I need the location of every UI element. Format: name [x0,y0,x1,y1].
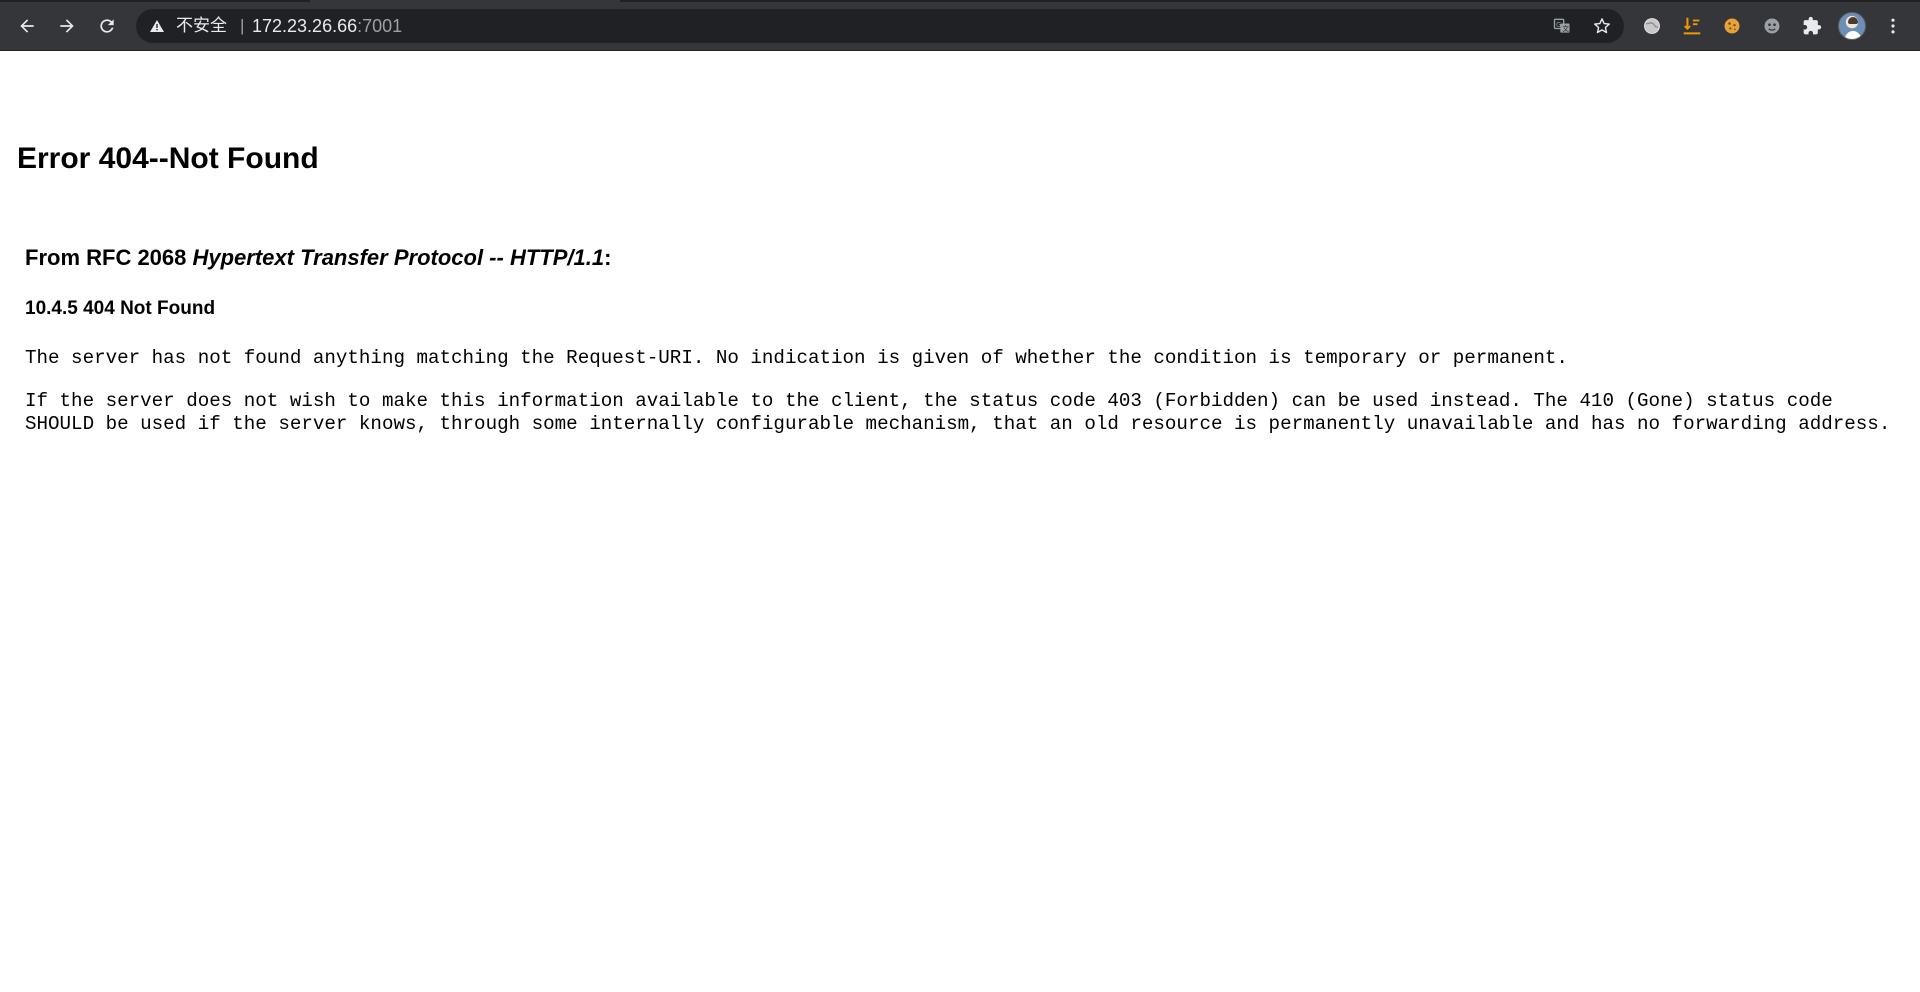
avatar-body [1845,31,1861,39]
reload-icon [100,19,114,33]
rfc-heading-suffix: : [604,245,612,270]
ghost-extension-icon[interactable] [1759,13,1785,39]
url-host: 172.23.26.66 [252,16,358,36]
address-bar[interactable]: 不安全 | 172.23.26.66:7001 G 文 [136,9,1624,43]
reload-button[interactable] [91,10,123,42]
rfc-heading: From RFC 2068 Hypertext Transfer Protoco… [25,244,611,272]
avatar[interactable] [1838,12,1866,40]
avatar-hair [1848,17,1858,24]
arrow-forward-icon [60,19,74,33]
cookie-extension-icon[interactable] [1719,13,1745,39]
url-port: :7001 [357,16,403,36]
section-heading: 10.4.5 404 Not Found [25,298,216,319]
tab-strip-edge [0,0,1920,2]
paragraph-not-found: The server has not found anything matchi… [25,347,1568,369]
kebab-menu-icon[interactable] [1880,12,1906,40]
translate-icon[interactable]: G 文 [1550,14,1574,38]
download-extension-icon[interactable] [1679,13,1705,39]
paragraph-forbidden-gone: If the server does not wish to make this… [25,390,1891,435]
globe-extension-icon[interactable] [1639,13,1665,39]
page-title: Error 404--Not Found [17,142,319,175]
rfc-heading-title: Hypertext Transfer Protocol -- HTTP/1.1 [192,245,605,270]
url-text[interactable]: 172.23.26.66:7001 [252,16,402,36]
address-separator: | [240,16,245,35]
star-icon[interactable] [1590,14,1614,38]
warning-triangle-icon[interactable] [148,17,166,35]
back-button[interactable] [11,10,43,42]
svg-text:文: 文 [1562,24,1569,33]
page-content: Error 404--Not Found From RFC 2068 Hyper… [0,51,1920,992]
forward-button[interactable] [51,10,83,42]
security-status-label[interactable]: 不安全 [176,16,227,36]
browser-toolbar: 不安全 | 172.23.26.66:7001 G 文 [0,0,1920,51]
active-tab-edge [310,0,620,2]
puzzle-extensions-icon[interactable] [1799,13,1825,39]
arrow-back-icon [20,19,34,33]
rfc-heading-prefix: From RFC 2068 [25,245,193,270]
